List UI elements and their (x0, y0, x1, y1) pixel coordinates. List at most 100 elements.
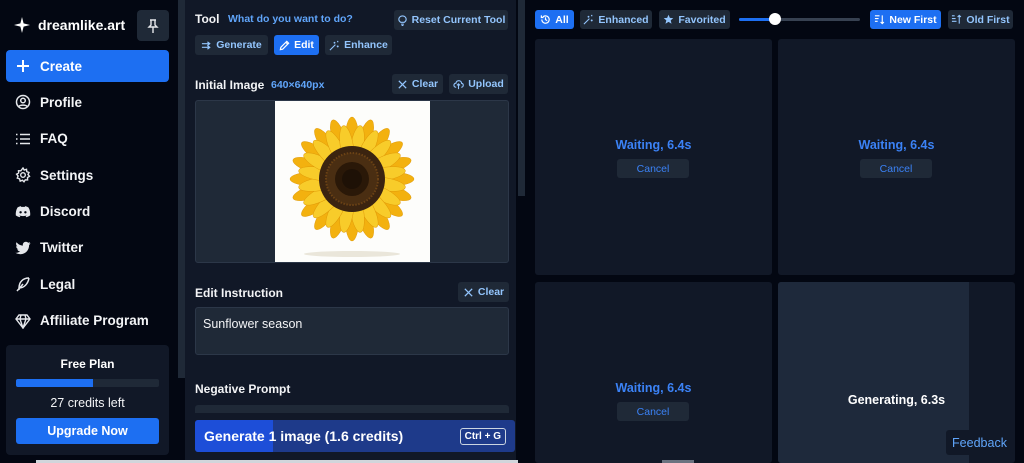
pin-sidebar-button[interactable] (137, 10, 169, 41)
diamond-icon (15, 314, 31, 329)
result-card[interactable]: Waiting, 6.4s Cancel (535, 282, 772, 463)
generate-label: Generate 1 image (1.6 credits) (204, 428, 404, 444)
filter-enhanced-button[interactable]: Enhanced (580, 10, 652, 29)
sidebar-item-settings[interactable]: Settings (6, 159, 169, 191)
tool-panel-scrollbar[interactable] (518, 0, 525, 196)
sidebar-item-affiliate[interactable]: Affiliate Program (6, 305, 169, 337)
sidebar-nav: Create Profile FAQ Settings Discord Twit… (6, 50, 169, 341)
upload-image-button[interactable]: Upload (449, 74, 508, 94)
initial-image-preview[interactable] (195, 100, 509, 263)
close-icon (398, 79, 407, 89)
clear-instruction-button[interactable]: Clear (458, 282, 509, 302)
result-card[interactable]: Waiting, 6.4s Cancel (535, 39, 772, 275)
sort-desc-icon (875, 15, 885, 25)
star-icon (664, 14, 674, 24)
plus-icon (17, 60, 29, 72)
sidebar-item-label: Profile (40, 94, 83, 110)
filter-label: Enhanced (598, 13, 649, 26)
sidebar-item-label: FAQ (40, 131, 68, 147)
sidebar-item-label: Twitter (40, 240, 84, 256)
credits-left-text: 27 credits left (50, 396, 125, 410)
pencil-icon (279, 40, 290, 50)
sidebar-item-profile[interactable]: Profile (6, 86, 169, 118)
sort-label: New First (889, 13, 937, 26)
gear-icon (15, 167, 31, 184)
double-arrow-icon (202, 40, 211, 50)
generation-progress-fill (778, 282, 969, 463)
initial-image-label: Initial Image (195, 78, 265, 92)
pin-icon (147, 18, 159, 33)
history-icon (541, 15, 550, 24)
filter-all-button[interactable]: All (535, 10, 574, 29)
user-circle-icon (15, 95, 31, 110)
reset-tool-button[interactable]: Reset Current Tool (394, 10, 508, 30)
zoom-slider[interactable] (739, 13, 860, 25)
filter-favorited-button[interactable]: Favorited (659, 10, 730, 29)
feedback-button[interactable]: Feedback (946, 430, 1013, 455)
brand-name: dreamlike.art (38, 17, 126, 33)
result-cancel-button[interactable]: Cancel (617, 159, 689, 178)
sort-old-first-button[interactable]: Old First (948, 10, 1013, 29)
plan-card: Free Plan 27 credits left Upgrade Now (6, 345, 169, 455)
mode-label: Enhance (344, 39, 388, 51)
tool-panel: Tool What do you want to do? Reset Curre… (185, 0, 516, 463)
brand-logo[interactable]: dreamlike.art (14, 14, 125, 36)
sidebar-item-faq[interactable]: FAQ (6, 123, 169, 155)
sidebar-scrollbar[interactable] (178, 0, 185, 378)
magic-wand-icon (329, 40, 339, 50)
sidebar-item-create[interactable]: Create (6, 50, 169, 82)
results-area: All Enhanced Favorited New First Old Fir… (527, 0, 1024, 463)
magic-wand-icon (583, 14, 594, 25)
generate-button[interactable]: Generate 1 image (1.6 credits) Ctrl + G (195, 420, 515, 452)
sort-label: Old First (966, 13, 1010, 26)
sunflower-illustration (289, 116, 415, 257)
mode-enhance-button[interactable]: Enhance (325, 35, 392, 55)
close-icon (464, 287, 473, 297)
mode-generate-button[interactable]: Generate (195, 35, 268, 55)
upload-label: Upload (468, 78, 504, 90)
plan-title: Free Plan (60, 357, 115, 371)
clear-label: Clear (411, 78, 439, 90)
edit-instruction-input[interactable]: Sunflower season (195, 307, 509, 355)
mode-label: Edit (294, 39, 314, 51)
sidebar-item-label: Discord (40, 204, 91, 220)
sidebar-item-twitter[interactable]: Twitter (6, 232, 169, 264)
sidebar-item-label: Create (40, 58, 83, 74)
sidebar: dreamlike.art Create Profile FAQ Setting… (0, 0, 178, 463)
sidebar-item-legal[interactable]: Legal (6, 268, 169, 300)
sort-new-first-button[interactable]: New First (870, 10, 941, 29)
tool-heading: Tool (195, 12, 220, 26)
zoom-slider-thumb[interactable] (769, 13, 782, 25)
discord-icon (15, 205, 31, 217)
sidebar-item-label: Legal (40, 276, 76, 292)
sidebar-item-label: Settings (40, 167, 94, 183)
negative-prompt-input[interactable] (195, 405, 509, 413)
initial-image-size: 640×640px (271, 79, 325, 91)
sidebar-item-discord[interactable]: Discord (6, 196, 169, 228)
sparkle-icon (14, 17, 30, 33)
edit-instruction-label: Edit Instruction (195, 286, 283, 300)
credits-progress-bar (16, 379, 159, 387)
lightbulb-icon (397, 14, 407, 26)
upgrade-button[interactable]: Upgrade Now (16, 418, 159, 444)
mode-label: Generate (216, 39, 262, 51)
filter-label: All (555, 13, 569, 26)
sunflower-image (275, 101, 430, 262)
credits-progress-fill (16, 379, 94, 387)
filter-label: Favorited (678, 13, 726, 26)
list-icon (16, 133, 30, 145)
sidebar-item-label: Affiliate Program (40, 313, 149, 329)
twitter-icon (15, 241, 31, 255)
result-card[interactable]: Waiting, 6.4s Cancel (778, 39, 1015, 275)
result-status: Generating, 6.3s (847, 393, 946, 407)
mode-edit-button[interactable]: Edit (274, 35, 319, 55)
result-status: Waiting, 6.4s (858, 138, 935, 152)
generate-shortcut: Ctrl + G (459, 428, 506, 445)
sort-asc-icon (952, 14, 962, 24)
result-cancel-button[interactable]: Cancel (617, 402, 689, 421)
result-status: Waiting, 6.4s (615, 138, 692, 152)
result-cancel-button[interactable]: Cancel (860, 159, 932, 178)
clear-image-button[interactable]: Clear (392, 74, 443, 94)
tool-question-link[interactable]: What do you want to do? (228, 13, 353, 25)
result-status: Waiting, 6.4s (615, 381, 692, 395)
